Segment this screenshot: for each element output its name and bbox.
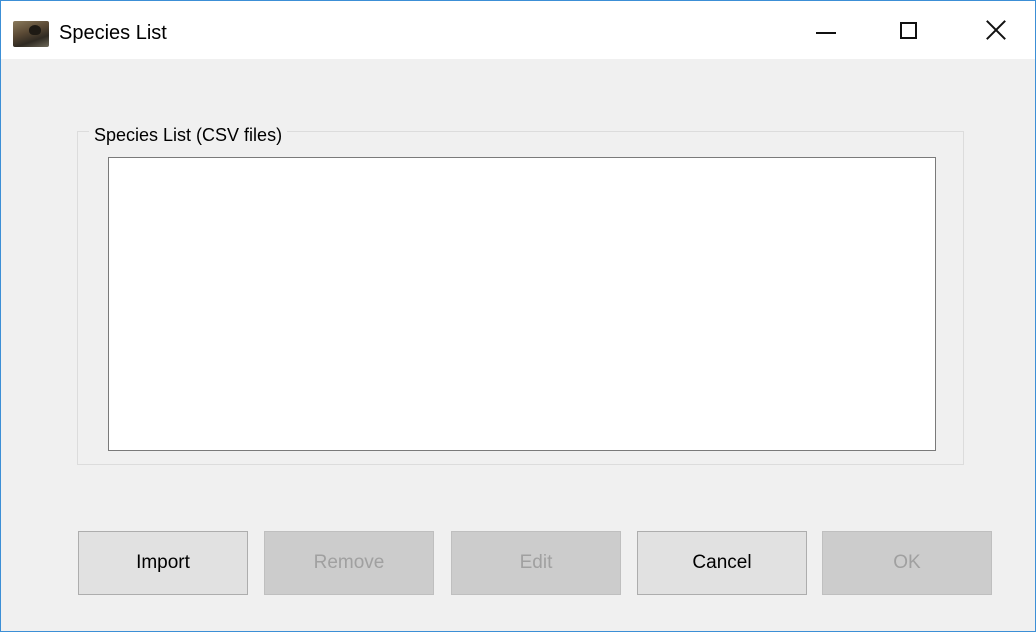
csv-files-listbox[interactable] [108,157,936,451]
bird-photo-icon [13,21,49,47]
groupbox-label: Species List (CSV files) [89,122,288,148]
close-button[interactable] [951,1,1035,59]
ok-button[interactable]: OK [822,531,992,595]
minimize-button[interactable] [781,1,871,59]
import-button[interactable]: Import [78,531,248,595]
title-bar[interactable]: Species List [1,1,1035,59]
maximize-icon [899,21,917,39]
remove-button[interactable]: Remove [264,531,434,595]
cancel-button[interactable]: Cancel [637,531,807,595]
species-list-window: Species List Species List (CSV files) Im… [0,0,1036,632]
window-title: Species List [59,22,167,44]
edit-button[interactable]: Edit [451,531,621,595]
close-icon [985,19,1007,41]
minimize-icon [816,32,836,34]
maximize-button[interactable] [863,1,953,59]
